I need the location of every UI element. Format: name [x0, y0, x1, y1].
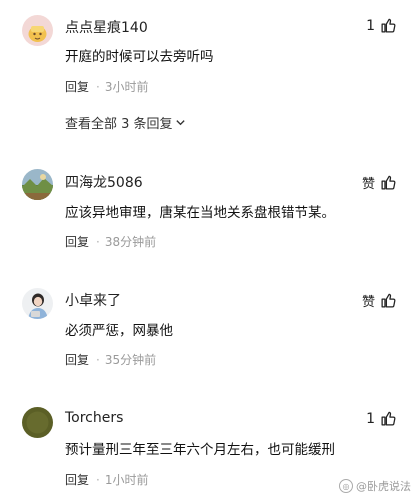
comment-text: 必须严惩，网暴他 — [65, 323, 173, 339]
reply-button[interactable]: 回复 — [65, 471, 89, 488]
chevron-down-icon — [175, 120, 185, 126]
reply-button[interactable]: 回复 — [65, 351, 89, 368]
like-label: 赞 — [361, 295, 375, 310]
plain-avatar-icon[interactable] — [22, 407, 53, 438]
landscape-avatar-icon[interactable] — [22, 169, 53, 200]
comment-username[interactable]: 点点星痕140 — [65, 17, 148, 37]
like-button[interactable]: 赞 — [362, 291, 397, 310]
view-all-replies-label: 查看全部 3 条回复 — [65, 117, 173, 132]
comment-meta: 回复 · 1小时前 — [65, 471, 148, 488]
watermark-logo-icon: ◎ — [339, 479, 353, 493]
comment-time: 35分钟前 — [104, 353, 157, 367]
comment-time: 3小时前 — [104, 80, 149, 94]
thumbs-up-icon[interactable] — [380, 17, 397, 34]
comment-meta: 回复 · 3小时前 — [65, 78, 148, 95]
thumbs-up-icon[interactable] — [380, 174, 397, 191]
comment-text: 开庭的时候可以去旁听吗 — [65, 49, 214, 65]
comment-username[interactable]: 四海龙5086 — [65, 172, 143, 192]
watermark-text: @卧虎说法 — [356, 480, 411, 493]
separator-dot: · — [96, 352, 100, 367]
like-button[interactable]: 赞 — [362, 173, 397, 192]
reply-button[interactable]: 回复 — [65, 78, 89, 95]
comment-time: 38分钟前 — [104, 235, 157, 249]
like-label: 赞 — [361, 177, 375, 192]
comment-username[interactable]: 小卓来了 — [65, 290, 121, 310]
comment-text: 应该异地审理，唐某在当地关系盘根错节某。 — [65, 205, 335, 221]
separator-dot: · — [96, 234, 100, 249]
like-count: 1 — [366, 17, 375, 34]
like-button[interactable]: 1 — [366, 410, 397, 427]
person-avatar-icon[interactable] — [22, 288, 53, 319]
cartoon-avatar-icon[interactable] — [22, 15, 53, 46]
comment-username[interactable]: Torchers — [65, 410, 123, 426]
comment-meta: 回复 · 38分钟前 — [65, 233, 156, 250]
watermark: ◎ @卧虎说法 — [339, 478, 411, 494]
comment-meta: 回复 · 35分钟前 — [65, 351, 156, 368]
separator-dot: · — [96, 79, 100, 94]
comment-text: 预计量刑三年至三年六个月左右，也可能缓刑 — [65, 442, 335, 458]
thumbs-up-icon[interactable] — [380, 410, 397, 427]
like-count: 1 — [366, 410, 375, 427]
like-button[interactable]: 1 — [366, 17, 397, 34]
view-all-replies-button[interactable]: 查看全部 3 条回复 — [65, 113, 186, 132]
thumbs-up-icon[interactable] — [380, 292, 397, 309]
comment-time: 1小时前 — [104, 473, 149, 487]
reply-button[interactable]: 回复 — [65, 233, 89, 250]
separator-dot: · — [96, 472, 100, 487]
